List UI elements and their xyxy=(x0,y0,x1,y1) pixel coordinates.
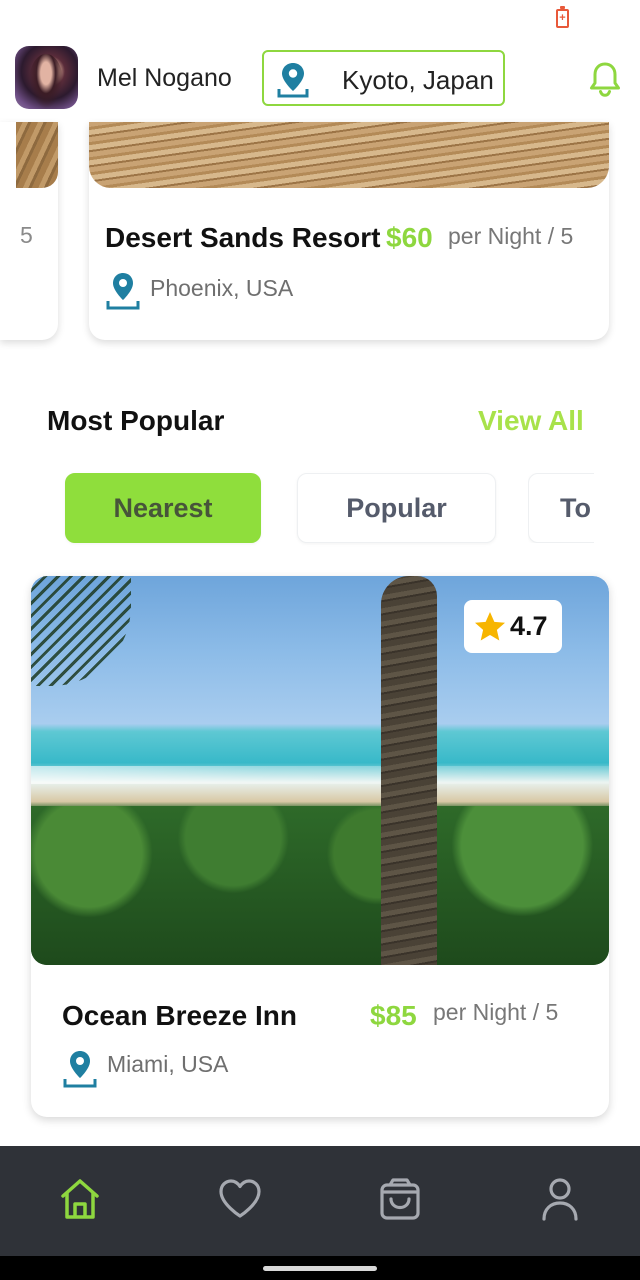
tab-nearest[interactable]: Nearest xyxy=(65,473,261,543)
hotel-card-featured[interactable]: Desert Sands Resort $60 per Night / 5 Ph… xyxy=(89,122,609,340)
location-pin-icon xyxy=(106,273,140,310)
rating-value: 4.7 xyxy=(510,611,548,641)
system-home-bar xyxy=(0,1256,640,1280)
palm-trunk xyxy=(381,576,437,965)
wave-foam xyxy=(31,766,609,784)
price-unit: per Night / 5 xyxy=(448,223,574,249)
shopping-bag-icon[interactable] xyxy=(377,1176,423,1222)
home-icon[interactable] xyxy=(58,1176,102,1222)
hotel-image xyxy=(16,122,58,188)
hotel-card-previous[interactable]: 5 xyxy=(0,122,58,340)
rating-badge: 4.7 xyxy=(464,600,562,653)
avatar[interactable] xyxy=(15,46,78,109)
tab-top[interactable]: To xyxy=(528,473,594,543)
header: Mel Nogano Kyoto, Japan xyxy=(0,40,640,120)
location-pin-icon xyxy=(277,63,309,98)
hotel-card-popular[interactable]: 4.7 Ocean Breeze Inn $85 per Night / 5 M… xyxy=(31,576,609,1117)
tab-popular[interactable]: Popular xyxy=(297,473,496,543)
location-selector[interactable]: Kyoto, Japan xyxy=(262,50,505,106)
home-indicator[interactable] xyxy=(263,1266,377,1271)
palm-frond xyxy=(31,576,131,686)
star-icon xyxy=(475,611,505,640)
hotel-location: Miami, USA xyxy=(107,1051,229,1077)
hotel-title: Ocean Breeze Inn xyxy=(62,1000,297,1031)
foliage xyxy=(31,806,609,965)
section-title: Most Popular xyxy=(47,405,225,436)
location-text: Kyoto, Japan xyxy=(342,65,494,95)
tab-clip: To xyxy=(528,473,594,543)
hotel-price: $60 xyxy=(386,222,433,253)
hotel-title: Desert Sands Resort xyxy=(105,222,381,253)
battery-charging-icon xyxy=(556,6,569,28)
view-all-link[interactable]: View All xyxy=(478,405,584,437)
status-bar xyxy=(0,0,640,40)
username: Mel Nogano xyxy=(97,64,232,92)
location-pin-icon xyxy=(63,1051,97,1088)
profile-icon[interactable] xyxy=(540,1176,580,1222)
price-unit: per Night / 5 xyxy=(433,999,559,1025)
heart-icon[interactable] xyxy=(216,1176,264,1222)
hotel-card-text: 5 xyxy=(20,222,33,248)
bottom-navigation xyxy=(0,1146,640,1256)
hotel-image xyxy=(89,122,609,188)
hotel-location: Phoenix, USA xyxy=(150,275,294,301)
hotel-price: $85 xyxy=(370,1000,417,1031)
bell-icon[interactable] xyxy=(588,60,622,98)
